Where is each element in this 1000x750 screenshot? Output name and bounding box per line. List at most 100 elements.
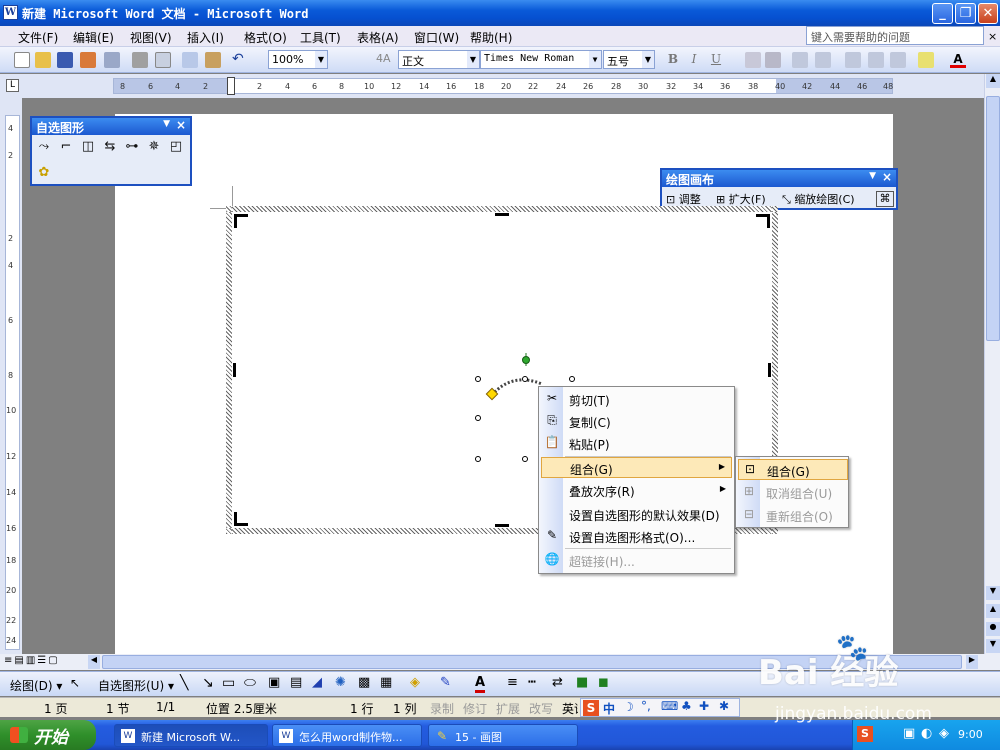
- resize-handle[interactable]: [475, 415, 481, 421]
- task-word-document[interactable]: W 新建 Microsoft W...: [114, 724, 268, 747]
- prev-page-icon[interactable]: ▲: [986, 604, 1000, 618]
- stars-banners-icon[interactable]: ✵: [145, 138, 163, 156]
- dash-style-icon[interactable]: ┅: [528, 675, 536, 690]
- menu-item-order[interactable]: 叠放次序(R) ▶: [541, 480, 732, 501]
- vertical-scrollbar[interactable]: ▲ ▼ ▲ ● ▼: [984, 74, 1000, 654]
- menu-item-group[interactable]: 组合(G) ▶: [541, 457, 732, 478]
- user-icon[interactable]: ♣: [681, 699, 692, 713]
- email-icon[interactable]: [104, 52, 120, 68]
- menu-table[interactable]: 表格(A): [357, 29, 399, 46]
- print-preview-icon[interactable]: [155, 52, 171, 68]
- line-style-icon[interactable]: ≡: [507, 675, 518, 690]
- text-wrap-icon[interactable]: ⌘: [876, 191, 894, 207]
- resize-handle[interactable]: [569, 376, 575, 382]
- start-button[interactable]: 开始: [0, 720, 96, 750]
- task-paint[interactable]: ✎ 15 - 画图: [428, 724, 578, 747]
- char-shading-icon[interactable]: [765, 52, 781, 68]
- basic-shapes-icon[interactable]: ◫: [79, 138, 97, 156]
- align-center-icon[interactable]: [815, 52, 831, 68]
- indent-marker[interactable]: [227, 77, 235, 95]
- word-app-icon[interactable]: W: [3, 5, 18, 20]
- clipart-icon[interactable]: ▩: [358, 675, 370, 690]
- resize-handle[interactable]: [522, 456, 528, 462]
- open-folder-icon[interactable]: [35, 52, 51, 68]
- scroll-right-icon[interactable]: ▶: [966, 655, 978, 669]
- close-button[interactable]: ✕: [978, 3, 998, 24]
- toolbar-close-icon[interactable]: ×: [882, 170, 892, 184]
- print-icon[interactable]: [132, 52, 148, 68]
- vertical-textbox-icon[interactable]: ▤: [290, 675, 302, 690]
- keyboard-icon[interactable]: ⌨: [661, 699, 678, 713]
- menu-help[interactable]: 帮助(H): [470, 29, 512, 46]
- styles-icon[interactable]: 4A: [376, 52, 392, 68]
- arc-path[interactable]: [490, 378, 543, 397]
- decrease-indent-icon[interactable]: [890, 52, 906, 68]
- volume-icon[interactable]: ◐: [921, 726, 932, 741]
- scroll-thumb[interactable]: [986, 96, 1000, 341]
- minimize-button[interactable]: _: [932, 3, 953, 24]
- shadow-icon[interactable]: ■: [576, 675, 588, 690]
- numbering-icon[interactable]: [845, 52, 861, 68]
- textbox-icon[interactable]: ▣: [268, 675, 280, 690]
- menu-item-default-effect[interactable]: 设置自选图形的默认效果(D): [541, 504, 732, 525]
- canvas-crop-handle-bottom[interactable]: [495, 524, 509, 527]
- submenu-item-group[interactable]: ⊡ 组合(G): [738, 459, 848, 480]
- callouts-icon[interactable]: ◰: [167, 138, 185, 156]
- undo-icon[interactable]: ↶: [232, 52, 248, 68]
- menu-item-hyperlink[interactable]: 🌐 超链接(H)...: [541, 550, 732, 571]
- chevron-down-icon[interactable]: ▼: [869, 171, 876, 181]
- shirt-icon[interactable]: ✚: [699, 699, 709, 713]
- block-arrows-icon[interactable]: ⇆: [101, 138, 119, 156]
- 3d-icon[interactable]: ◼: [598, 675, 609, 690]
- document-close-icon[interactable]: ×: [988, 30, 997, 43]
- chevron-down-icon[interactable]: ▼: [163, 119, 170, 129]
- permission-icon[interactable]: [80, 52, 96, 68]
- next-page-icon[interactable]: ▼: [986, 639, 1000, 653]
- canvas-crop-handle-bl[interactable]: [234, 512, 248, 526]
- canvas-crop-handle-left[interactable]: [233, 363, 236, 377]
- fit-button[interactable]: ⊡ 调整: [666, 191, 701, 207]
- save-icon[interactable]: [57, 52, 73, 68]
- menu-item-paste[interactable]: 📋 粘贴(P): [541, 433, 732, 454]
- menu-view[interactable]: 视图(V): [130, 29, 172, 46]
- style-select[interactable]: 正文 ▼: [398, 50, 480, 69]
- canvas-crop-handle-right[interactable]: [768, 363, 771, 377]
- italic-button[interactable]: I: [686, 52, 702, 68]
- scroll-left-icon[interactable]: ◀: [88, 655, 100, 669]
- autoshapes-menu-button[interactable]: 自选图形(U) ▾: [98, 677, 174, 694]
- bold-button[interactable]: B: [665, 52, 681, 68]
- network-icon[interactable]: ▣: [903, 726, 915, 741]
- draw-menu-button[interactable]: 绘图(D) ▾: [10, 677, 62, 694]
- more-autoshapes-icon[interactable]: ✿: [35, 164, 53, 182]
- status-extend[interactable]: 扩展: [496, 700, 520, 717]
- menu-item-copy[interactable]: ⎘ 复制(C): [541, 411, 732, 432]
- bullets-icon[interactable]: [868, 52, 884, 68]
- menu-format[interactable]: 格式(O): [244, 29, 287, 46]
- picture-icon[interactable]: ▦: [380, 675, 392, 690]
- lines-icon[interactable]: ⤳: [35, 138, 53, 156]
- wrench-icon[interactable]: ✱: [719, 699, 729, 713]
- view-buttons[interactable]: ≡▤▥☰▢: [4, 655, 84, 669]
- status-track[interactable]: 修订: [463, 700, 487, 717]
- tray-app-icon[interactable]: ◈: [939, 726, 949, 741]
- drawbar-font-color-icon[interactable]: A: [475, 675, 486, 693]
- menu-file[interactable]: 文件(F): [18, 29, 58, 46]
- canvas-toolbar-header[interactable]: 绘图画布 ▼ ×: [662, 170, 896, 187]
- autoshapes-toolbar-header[interactable]: 自选图形 ▼ ×: [32, 118, 190, 135]
- font-size-select[interactable]: 五号 ▼: [603, 50, 655, 69]
- zoom-select[interactable]: 100% ▼: [268, 50, 328, 69]
- task-word-howto[interactable]: W 怎么用word制作物...: [272, 724, 422, 747]
- toolbar-close-icon[interactable]: ×: [176, 118, 186, 132]
- sogou-icon[interactable]: S: [583, 700, 599, 716]
- submenu-item-ungroup[interactable]: ⊞ 取消组合(U): [738, 482, 848, 503]
- rotate-handle[interactable]: [522, 356, 530, 364]
- wordart-icon[interactable]: ◢: [312, 675, 322, 690]
- vertical-ruler[interactable]: 4 2 2 4 6 8 10 12 14 16 18 20 22 24: [5, 115, 20, 650]
- canvas-crop-handle-tl[interactable]: [234, 214, 248, 228]
- punctuation-icon[interactable]: °,: [641, 699, 651, 713]
- menu-window[interactable]: 窗口(W): [414, 29, 459, 46]
- browse-object-icon[interactable]: ●: [986, 622, 1000, 636]
- horizontal-ruler[interactable]: 8 6 4 2 2 4 6 8 10 12 14 16 18 20 22 24 …: [113, 77, 893, 95]
- menu-tools[interactable]: 工具(T): [300, 29, 341, 46]
- highlight-icon[interactable]: [918, 52, 934, 68]
